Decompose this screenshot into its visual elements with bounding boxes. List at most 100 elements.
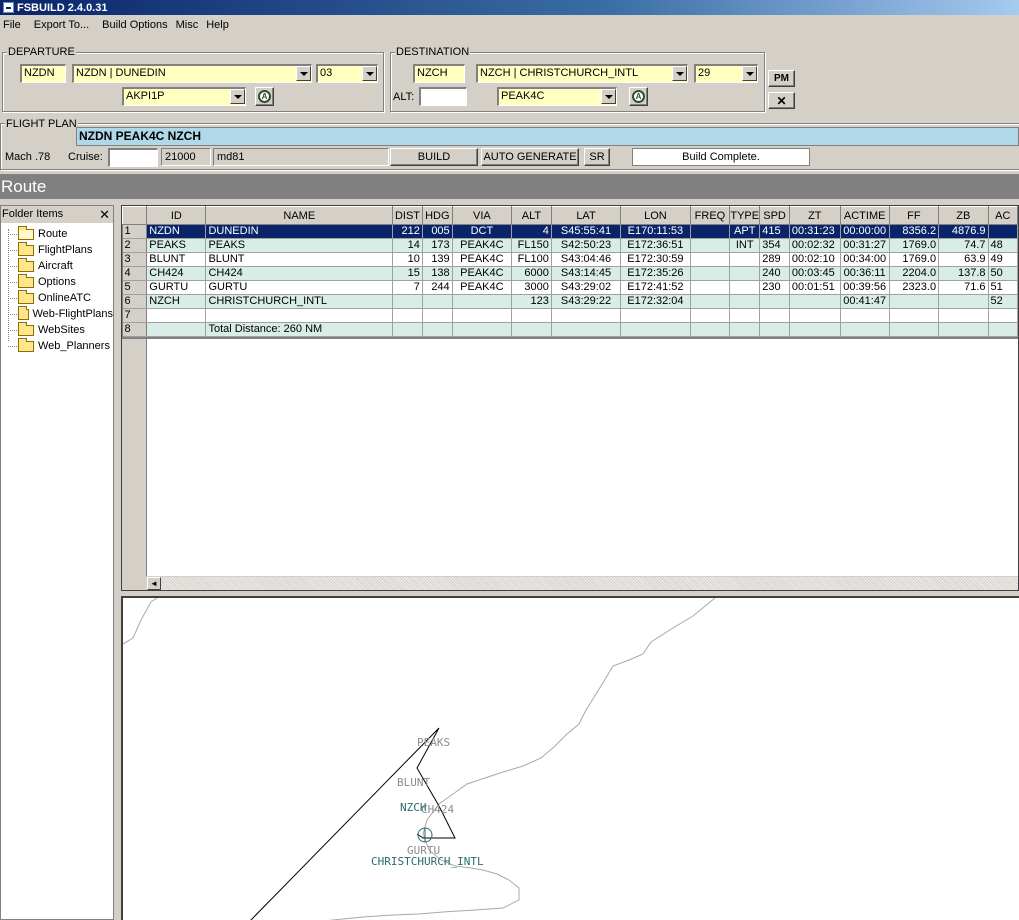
table-row[interactable]: 1 NZDN DUNEDIN 212 005 DCT 4 S45:55:41 E170:11:5…: [122, 224, 1018, 239]
table-cell[interactable]: 138: [422, 266, 453, 281]
table-cell[interactable]: [759, 308, 790, 323]
table-cell[interactable]: [729, 280, 761, 295]
table-cell[interactable]: 354: [759, 238, 790, 253]
column-header[interactable]: AC: [987, 206, 1018, 225]
column-header[interactable]: ZB: [938, 206, 989, 225]
table-cell[interactable]: DUNEDIN: [205, 224, 394, 239]
column-header[interactable]: ZT: [788, 206, 841, 225]
scroll-left-button[interactable]: ◄: [147, 577, 161, 590]
table-cell[interactable]: [422, 294, 453, 309]
table-row[interactable]: 3 BLUNT BLUNT 10 139 PEAK4C FL100 S43:04:46 E172…: [122, 252, 1018, 267]
table-cell[interactable]: 212: [392, 224, 423, 239]
table-row[interactable]: 5 GURTU GURTU 7 244 PEAK4C 3000 S43:29:02 E172:4…: [122, 280, 1018, 295]
column-header[interactable]: FF: [888, 206, 940, 225]
table-cell[interactable]: 123: [511, 294, 552, 309]
table-cell[interactable]: 3000: [511, 280, 552, 295]
table-cell[interactable]: [452, 322, 513, 337]
table-row[interactable]: 8 Total Distance: 260 NM: [122, 322, 1018, 337]
table-cell[interactable]: 4876.9: [938, 224, 989, 239]
tree-item-web-flightplans[interactable]: Web-FlightPlans: [1, 305, 113, 322]
table-cell[interactable]: APT: [729, 224, 761, 239]
table-cell[interactable]: [690, 322, 731, 337]
table-cell[interactable]: 52: [988, 294, 1018, 309]
table-cell[interactable]: [690, 294, 731, 309]
table-cell[interactable]: E172:36:51: [620, 238, 691, 253]
table-cell[interactable]: 10: [392, 252, 423, 267]
row-number[interactable]: 7: [122, 308, 148, 323]
table-cell[interactable]: GURTU: [146, 280, 207, 295]
table-cell[interactable]: [789, 294, 841, 309]
table-cell[interactable]: 137.8: [938, 266, 989, 281]
table-cell[interactable]: 005: [422, 224, 453, 239]
route-map[interactable]: PEAKS BLUNT CH424 NZCH GURTU CHRISTCHURC…: [121, 596, 1019, 920]
build-button[interactable]: BUILD: [390, 148, 478, 166]
table-cell[interactable]: CH424: [146, 266, 207, 281]
menu-misc[interactable]: Misc: [173, 19, 204, 31]
table-cell[interactable]: [205, 308, 394, 323]
table-cell[interactable]: 00:03:45: [789, 266, 841, 281]
tree-item-options[interactable]: Options: [1, 273, 113, 290]
row-number[interactable]: 8: [122, 322, 148, 337]
table-cell[interactable]: [840, 308, 890, 323]
table-cell[interactable]: [729, 308, 761, 323]
column-header[interactable]: LAT: [550, 206, 622, 225]
table-cell[interactable]: 63.9: [938, 252, 989, 267]
table-cell[interactable]: NZCH: [146, 294, 207, 309]
table-cell[interactable]: [690, 308, 731, 323]
table-cell[interactable]: [551, 322, 622, 337]
table-cell[interactable]: 230: [759, 280, 790, 295]
table-cell[interactable]: 415: [759, 224, 790, 239]
clear-button[interactable]: ✕: [768, 92, 795, 109]
row-number[interactable]: 5: [122, 280, 148, 295]
table-cell[interactable]: Total Distance: 260 NM: [205, 322, 394, 337]
table-cell[interactable]: FL150: [511, 238, 552, 253]
table-cell[interactable]: 1769.0: [889, 238, 940, 253]
sr-button[interactable]: SR: [584, 148, 610, 166]
menu-build-options[interactable]: Build Options: [94, 19, 172, 31]
table-cell[interactable]: 00:31:23: [789, 224, 841, 239]
chevron-down-icon[interactable]: [230, 89, 245, 104]
row-number[interactable]: 3: [122, 252, 148, 267]
tree-item-route[interactable]: Route: [1, 225, 113, 242]
table-cell[interactable]: 00:02:10: [789, 252, 841, 267]
table-cell[interactable]: 2204.0: [889, 266, 940, 281]
table-cell[interactable]: E172:30:59: [620, 252, 691, 267]
table-cell[interactable]: [729, 294, 761, 309]
table-cell[interactable]: [988, 322, 1018, 337]
departure-runway-select[interactable]: 03: [316, 64, 378, 83]
table-cell[interactable]: [620, 322, 691, 337]
table-cell[interactable]: [889, 322, 940, 337]
table-cell[interactable]: [551, 308, 622, 323]
destination-procedure-select[interactable]: PEAK4C: [497, 87, 617, 106]
table-cell[interactable]: S45:55:41: [551, 224, 622, 239]
table-cell[interactable]: [452, 308, 513, 323]
column-header[interactable]: TYPE: [729, 206, 761, 225]
tree-item-websites[interactable]: WebSites: [1, 321, 113, 338]
table-row[interactable]: 4 CH424 CH424 15 138 PEAK4C 6000 S43:14:45 E172:…: [122, 266, 1018, 281]
table-cell[interactable]: PEAK4C: [452, 266, 513, 281]
departure-airport-select[interactable]: NZDN | DUNEDIN: [72, 64, 312, 83]
table-cell[interactable]: 289: [759, 252, 790, 267]
table-cell[interactable]: 74.7: [938, 238, 989, 253]
table-cell[interactable]: E172:35:26: [620, 266, 691, 281]
cruise-input[interactable]: [108, 148, 158, 167]
close-icon[interactable]: ✕: [99, 206, 110, 223]
table-cell[interactable]: 49: [988, 252, 1018, 267]
table-cell[interactable]: [422, 308, 453, 323]
table-cell[interactable]: [511, 308, 552, 323]
row-number[interactable]: 2: [122, 238, 148, 253]
column-header[interactable]: SPD: [759, 206, 790, 225]
destination-icao-field[interactable]: NZCH: [413, 64, 465, 83]
tree-item-onlineatc[interactable]: OnlineATC: [1, 289, 113, 306]
column-header[interactable]: ACTIME: [839, 206, 890, 225]
table-cell[interactable]: NZDN: [146, 224, 207, 239]
table-cell[interactable]: BLUNT: [205, 252, 394, 267]
table-cell[interactable]: PEAKS: [205, 238, 394, 253]
altitude-field[interactable]: 21000: [161, 148, 211, 166]
chevron-down-icon[interactable]: [296, 66, 311, 81]
table-cell[interactable]: [889, 294, 940, 309]
table-cell[interactable]: [759, 322, 790, 337]
table-cell[interactable]: [146, 322, 207, 337]
column-header[interactable]: ALT: [511, 206, 552, 225]
table-cell[interactable]: GURTU: [205, 280, 394, 295]
